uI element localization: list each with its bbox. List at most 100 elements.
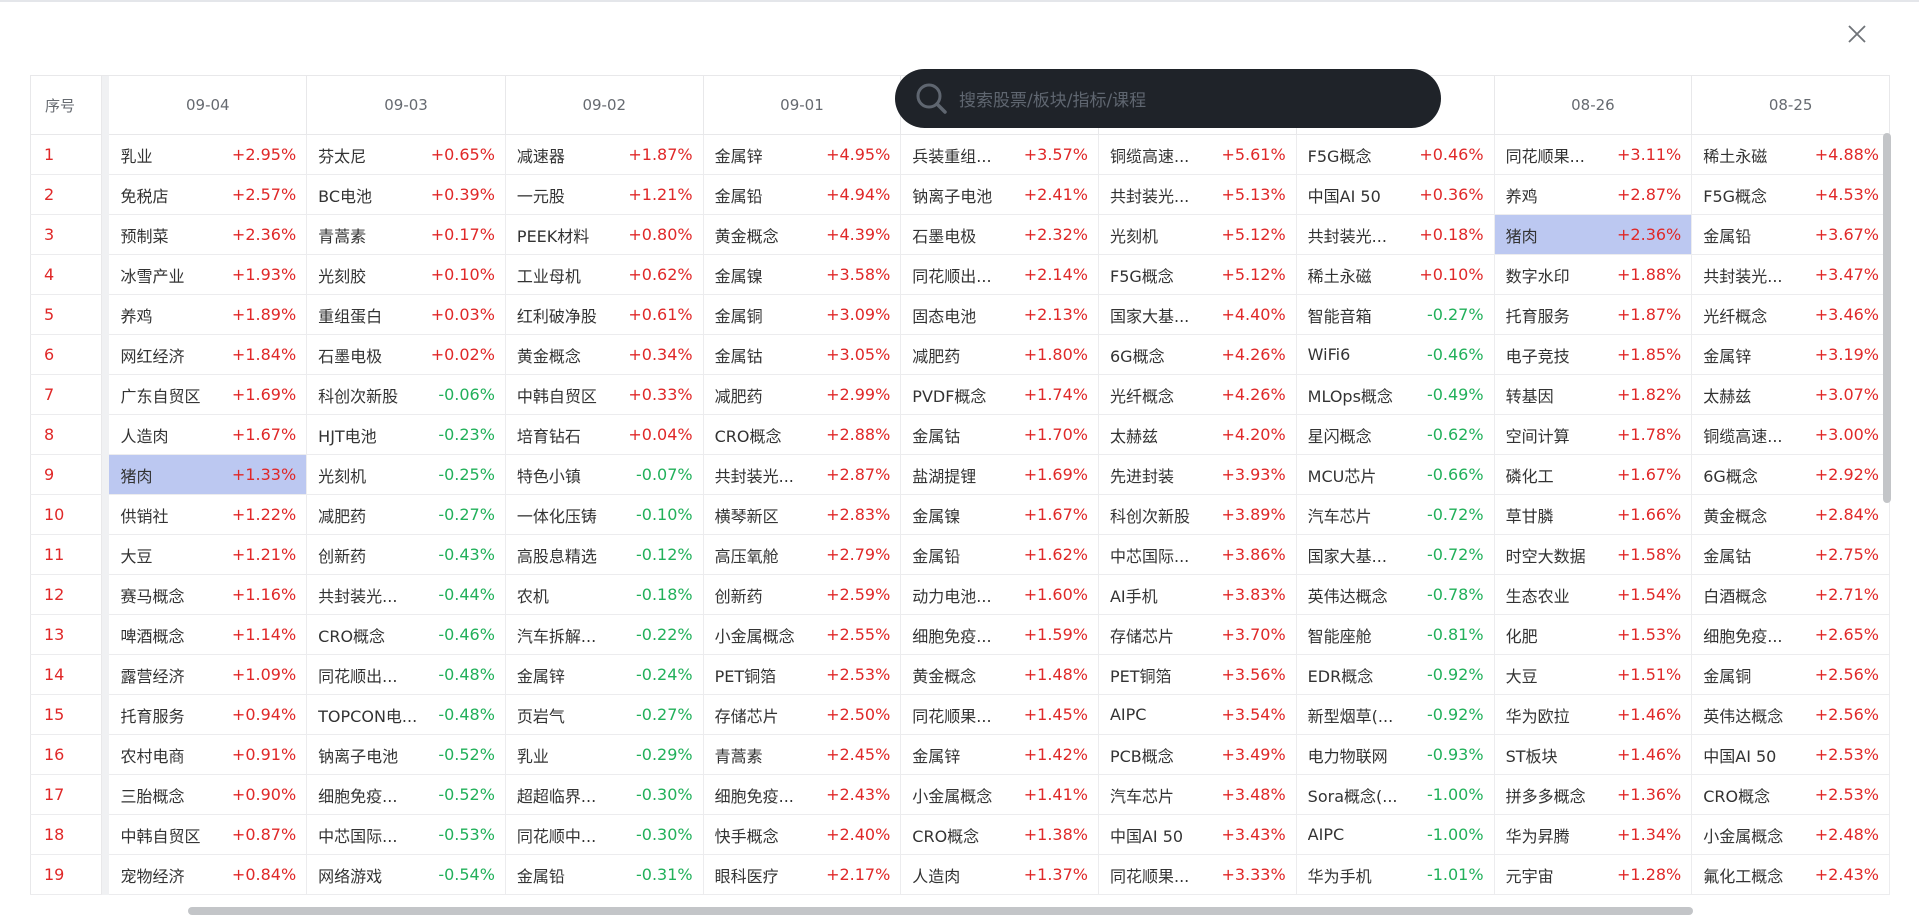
sector-cell[interactable]: 高股息精选 -0.12% [505, 534, 704, 575]
sector-cell[interactable]: 时空大数据 +1.58% [1494, 534, 1693, 575]
sector-cell[interactable]: PET铜箔 +2.53% [703, 654, 902, 695]
sector-cell[interactable]: 光刻胶 +0.10% [306, 254, 506, 295]
sector-cell[interactable]: 固态电池 +2.13% [900, 294, 1099, 335]
sector-cell[interactable]: 金属钴 +3.05% [703, 334, 902, 375]
sector-cell[interactable]: BC电池 +0.39% [306, 174, 506, 215]
sector-cell[interactable]: 存储芯片 +2.50% [703, 694, 902, 735]
sector-cell[interactable]: 国家大基... +4.40% [1098, 294, 1297, 335]
sector-cell[interactable]: 人造肉 +1.67% [109, 414, 308, 455]
sector-cell[interactable]: 养鸡 +2.87% [1494, 174, 1693, 215]
sector-cell[interactable]: 华为昇腾 +1.34% [1494, 814, 1693, 855]
sector-cell[interactable]: 啤酒概念 +1.14% [109, 614, 308, 655]
sector-cell[interactable]: 大豆 +1.51% [1494, 654, 1693, 695]
sector-cell[interactable]: 新型烟草(... -0.92% [1296, 694, 1495, 735]
sector-cell[interactable]: 减肥药 -0.27% [306, 494, 506, 535]
sector-cell[interactable]: 高压氧舱 +2.79% [703, 534, 902, 575]
sector-cell[interactable]: 汽车拆解... -0.22% [505, 614, 704, 655]
sector-cell[interactable]: 6G概念 +4.26% [1098, 334, 1297, 375]
sector-cell[interactable]: 太赫兹 +3.07% [1691, 374, 1890, 415]
sector-cell[interactable]: 快手概念 +2.40% [703, 814, 902, 855]
sector-cell[interactable]: 电力物联网 -0.93% [1296, 734, 1495, 775]
sector-cell[interactable]: WiFi6 -0.46% [1296, 334, 1495, 375]
sector-cell[interactable]: 乳业 +2.95% [109, 134, 308, 175]
sector-cell[interactable]: 青蒿素 +0.17% [306, 214, 506, 255]
sector-cell[interactable]: 稀土永磁 +4.88% [1691, 134, 1890, 175]
sector-cell[interactable]: 金属铅 +1.62% [900, 534, 1099, 575]
sector-cell[interactable]: AI手机 +3.83% [1098, 574, 1297, 615]
sector-cell[interactable]: 猪肉 +1.33% [109, 454, 308, 495]
sector-cell[interactable]: 大豆 +1.21% [109, 534, 308, 575]
sector-cell[interactable]: 金属锌 +1.42% [900, 734, 1099, 775]
sector-cell[interactable]: 同花顺中... -0.30% [505, 814, 704, 855]
sector-cell[interactable]: 工业母机 +0.62% [505, 254, 704, 295]
sector-cell[interactable]: 金属锌 -0.24% [505, 654, 704, 695]
sector-cell[interactable]: 眼科医疗 +2.17% [703, 854, 902, 895]
sector-cell[interactable]: 共封装光... +0.18% [1296, 214, 1495, 255]
sector-cell[interactable]: 中国AI 50 +0.36% [1296, 174, 1495, 215]
sector-cell[interactable]: 同花顺果... +3.33% [1098, 854, 1297, 895]
sector-cell[interactable]: 华为手机 -1.01% [1296, 854, 1495, 895]
sector-cell[interactable]: CRO概念 +1.38% [900, 814, 1099, 855]
sector-cell[interactable]: 化肥 +1.53% [1494, 614, 1693, 655]
sector-cell[interactable]: 网红经济 +1.84% [109, 334, 308, 375]
sector-cell[interactable]: 小金属概念 +2.48% [1691, 814, 1890, 855]
sector-cell[interactable]: 英伟达概念 +2.56% [1691, 694, 1890, 735]
sector-cell[interactable]: PCB概念 +3.49% [1098, 734, 1297, 775]
sector-cell[interactable]: 兵装重组... +3.57% [900, 134, 1099, 175]
sector-cell[interactable]: 金属铅 -0.31% [505, 854, 704, 895]
sector-cell[interactable]: 数字水印 +1.88% [1494, 254, 1693, 295]
sector-cell[interactable]: 金属镍 +1.67% [900, 494, 1099, 535]
sector-cell[interactable]: 减速器 +1.87% [505, 134, 704, 175]
sector-cell[interactable]: 一体化压铸 -0.10% [505, 494, 704, 535]
sector-cell[interactable]: 电子竞技 +1.85% [1494, 334, 1693, 375]
sector-cell[interactable]: 共封装光... +2.87% [703, 454, 902, 495]
sector-cell[interactable]: 动力电池... +1.60% [900, 574, 1099, 615]
sector-cell[interactable]: PEEK材料 +0.80% [505, 214, 704, 255]
sector-cell[interactable]: 科创次新股 -0.06% [306, 374, 506, 415]
sector-cell[interactable]: 科创次新股 +3.89% [1098, 494, 1297, 535]
header-date[interactable]: 09-01 [703, 75, 902, 135]
sector-cell[interactable]: 细胞免疫... +1.59% [900, 614, 1099, 655]
sector-cell[interactable]: 赛马概念 +1.16% [109, 574, 308, 615]
sector-cell[interactable]: 存储芯片 +3.70% [1098, 614, 1297, 655]
sector-cell[interactable]: 减肥药 +1.80% [900, 334, 1099, 375]
sector-cell[interactable]: 中芯国际... +3.86% [1098, 534, 1297, 575]
sector-cell[interactable]: AIPC +3.54% [1098, 694, 1297, 735]
header-date[interactable]: 09-02 [505, 75, 704, 135]
sector-cell[interactable]: 细胞免疫... -0.52% [306, 774, 506, 815]
sector-cell[interactable]: 宠物经济 +0.84% [109, 854, 308, 895]
sector-cell[interactable]: 磷化工 +1.67% [1494, 454, 1693, 495]
header-date[interactable]: 08-25 [1691, 75, 1890, 135]
sector-cell[interactable]: 金属锌 +3.19% [1691, 334, 1890, 375]
sector-cell[interactable]: 智能座舱 -0.81% [1296, 614, 1495, 655]
sector-cell[interactable]: 共封装光... +3.47% [1691, 254, 1890, 295]
sector-cell[interactable]: 汽车芯片 -0.72% [1296, 494, 1495, 535]
sector-cell[interactable]: F5G概念 +4.53% [1691, 174, 1890, 215]
sector-cell[interactable]: 特色小镇 -0.07% [505, 454, 704, 495]
sector-cell[interactable]: CRO概念 +2.53% [1691, 774, 1890, 815]
sector-cell[interactable]: 金属铜 +2.56% [1691, 654, 1890, 695]
sector-cell[interactable]: 共封装光... -0.44% [306, 574, 506, 615]
horizontal-scrollbar[interactable] [188, 907, 1693, 915]
sector-cell[interactable]: 芬太尼 +0.65% [306, 134, 506, 175]
sector-cell[interactable]: 星闪概念 -0.62% [1296, 414, 1495, 455]
sector-cell[interactable]: 石墨电极 +2.32% [900, 214, 1099, 255]
sector-cell[interactable]: 一元股 +1.21% [505, 174, 704, 215]
sector-cell[interactable]: 智能音箱 -0.27% [1296, 294, 1495, 335]
header-date[interactable]: 09-04 [109, 75, 308, 135]
sector-cell[interactable]: Sora概念(... -1.00% [1296, 774, 1495, 815]
vertical-scrollbar[interactable] [1883, 133, 1891, 503]
sector-cell[interactable]: 金属铅 +3.67% [1691, 214, 1890, 255]
header-date[interactable]: 09-03 [306, 75, 506, 135]
sector-cell[interactable]: 金属锌 +4.95% [703, 134, 902, 175]
search-input[interactable]: 搜索股票/板块/指标/课程 [895, 69, 1441, 128]
sector-cell[interactable]: 人造肉 +1.37% [900, 854, 1099, 895]
sector-cell[interactable]: 6G概念 +2.92% [1691, 454, 1890, 495]
sector-cell[interactable]: F5G概念 +5.12% [1098, 254, 1297, 295]
sector-cell[interactable]: 石墨电极 +0.02% [306, 334, 506, 375]
sector-cell[interactable]: 小金属概念 +2.55% [703, 614, 902, 655]
sector-cell[interactable]: 光纤概念 +3.46% [1691, 294, 1890, 335]
sector-cell[interactable]: 农村电商 +0.91% [109, 734, 308, 775]
sector-cell[interactable]: AIPC -1.00% [1296, 814, 1495, 855]
sector-cell[interactable]: 预制菜 +2.36% [109, 214, 308, 255]
